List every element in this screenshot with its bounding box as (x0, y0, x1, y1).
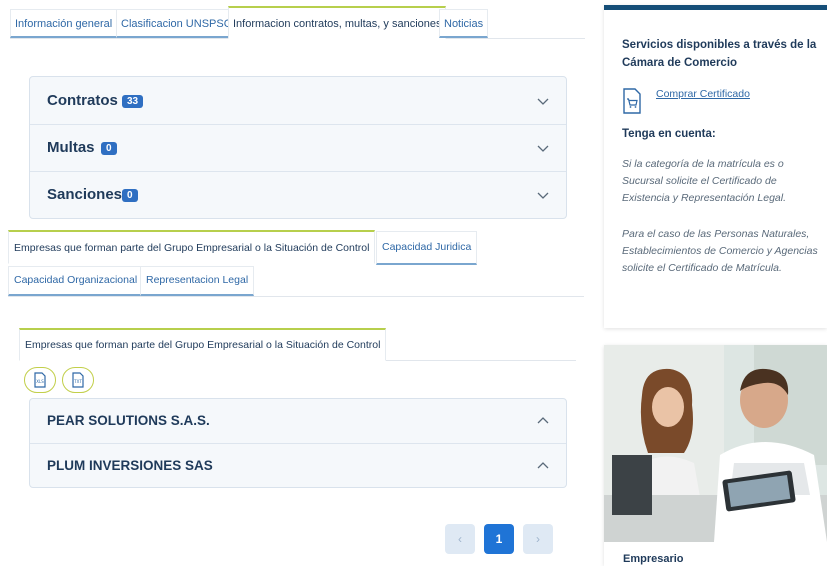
count-badge: 33 (122, 95, 144, 108)
count-badge: 0 (101, 142, 117, 155)
accordion-multas[interactable]: Multas 0 (30, 125, 566, 172)
records-accordion: Contratos 33 Multas 0 Sanciones 0 (29, 76, 567, 219)
accordion-contratos[interactable]: Contratos 33 (30, 77, 566, 125)
tab-capacidad-organizacional[interactable]: Capacidad Organizacional (8, 266, 144, 296)
chevron-down-icon (537, 145, 549, 152)
download-xls-button[interactable]: XLS (24, 367, 56, 393)
chevron-up-icon (537, 417, 549, 424)
next-page-button[interactable]: › (523, 524, 553, 554)
accordion-sanciones[interactable]: Sanciones 0 (30, 172, 566, 218)
page-1-button[interactable]: 1 (484, 524, 514, 554)
chevron-down-icon (537, 192, 549, 199)
services-title: Servicios disponibles a través de la Cám… (622, 39, 817, 69)
accordion-label: Sanciones (47, 186, 123, 203)
txt-label: TXT (73, 379, 82, 384)
companies-accordion: PEAR SOLUTIONS S.A.S. PLUM INVERSIONES S… (29, 398, 567, 488)
download-txt-button[interactable]: TXT (62, 367, 94, 393)
chevron-down-icon (537, 98, 549, 105)
company-name: PLUM INVERSIONES SAS (47, 458, 213, 473)
note-text-2: Para el caso de las Personas Naturales, … (622, 228, 818, 274)
tab-noticias[interactable]: Noticias (439, 9, 489, 38)
accordion-label: Multas (47, 139, 95, 156)
company-plum-inversiones[interactable]: PLUM INVERSIONES SAS (30, 444, 566, 487)
chevron-up-icon (537, 462, 549, 469)
tab-grupo-empresarial[interactable]: Empresas que forman parte del Grupo Empr… (8, 230, 376, 264)
business-people-photo (604, 345, 827, 542)
businessman-card[interactable]: Empresario (604, 345, 827, 566)
xls-file-icon: XLS (34, 372, 46, 388)
company-name: PEAR SOLUTIONS S.A.S. (47, 413, 210, 428)
tab-informacion-general[interactable]: Información general (10, 9, 118, 38)
tab-grupo-empresarial-detail[interactable]: Empresas que forman parte del Grupo Empr… (19, 328, 387, 361)
services-card: Servicios disponibles a través de la Cám… (604, 5, 827, 328)
txt-file-icon: TXT (72, 372, 84, 388)
tab-capacidad-juridica[interactable]: Capacidad Juridica (376, 231, 478, 265)
card-caption: Empresario (623, 553, 684, 565)
note-title: Tenga en cuenta: (622, 128, 716, 140)
xls-label: XLS (36, 379, 44, 384)
count-badge: 0 (122, 189, 138, 202)
tab-contratos-multas-sanciones[interactable]: Informacion contratos, multas, y sancion… (228, 6, 447, 39)
note-text-1: Si la categoría de la matrícula es o Suc… (622, 158, 787, 204)
certificate-cart-icon (623, 88, 641, 114)
company-pear-solutions[interactable]: PEAR SOLUTIONS S.A.S. (30, 399, 566, 444)
group-tabs: Empresas que forman parte del Grupo Empr… (19, 328, 576, 361)
info-tabs: Información general Clasificacion UNSPSC… (10, 6, 585, 39)
buy-certificate-link[interactable]: Comprar Certificado (656, 88, 750, 100)
prev-page-button[interactable]: ‹ (445, 524, 475, 554)
company-info-tabs: Empresas que forman parte del Grupo Empr… (8, 230, 584, 297)
accordion-label: Contratos (47, 92, 118, 109)
tab-clasificacion-unspsc[interactable]: Clasificacion UNSPSC (116, 9, 237, 38)
tab-representacion-legal[interactable]: Representacion Legal (140, 266, 255, 296)
